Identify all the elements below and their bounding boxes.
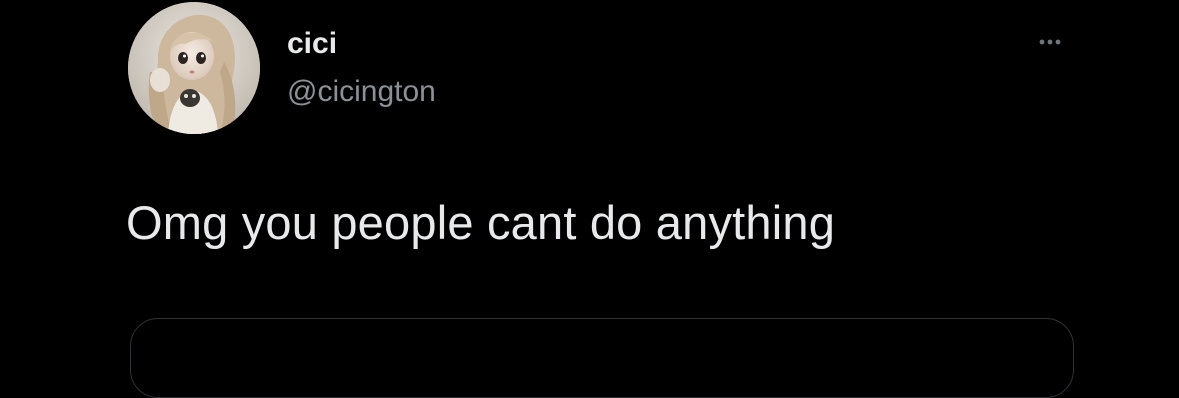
author-display-name[interactable]: cici [287, 26, 337, 62]
tweet-card: cici @cicington Omg you people cant do a… [0, 0, 1179, 398]
quoted-tweet-card[interactable] [130, 318, 1074, 398]
author-handle[interactable]: @cicington [287, 74, 436, 110]
more-options-button[interactable] [1026, 28, 1074, 56]
avatar[interactable] [128, 2, 260, 134]
doll-avatar-photo [128, 2, 260, 134]
tweet-text: Omg you people cant do anything [126, 196, 836, 249]
ellipsis-icon [1039, 39, 1061, 45]
